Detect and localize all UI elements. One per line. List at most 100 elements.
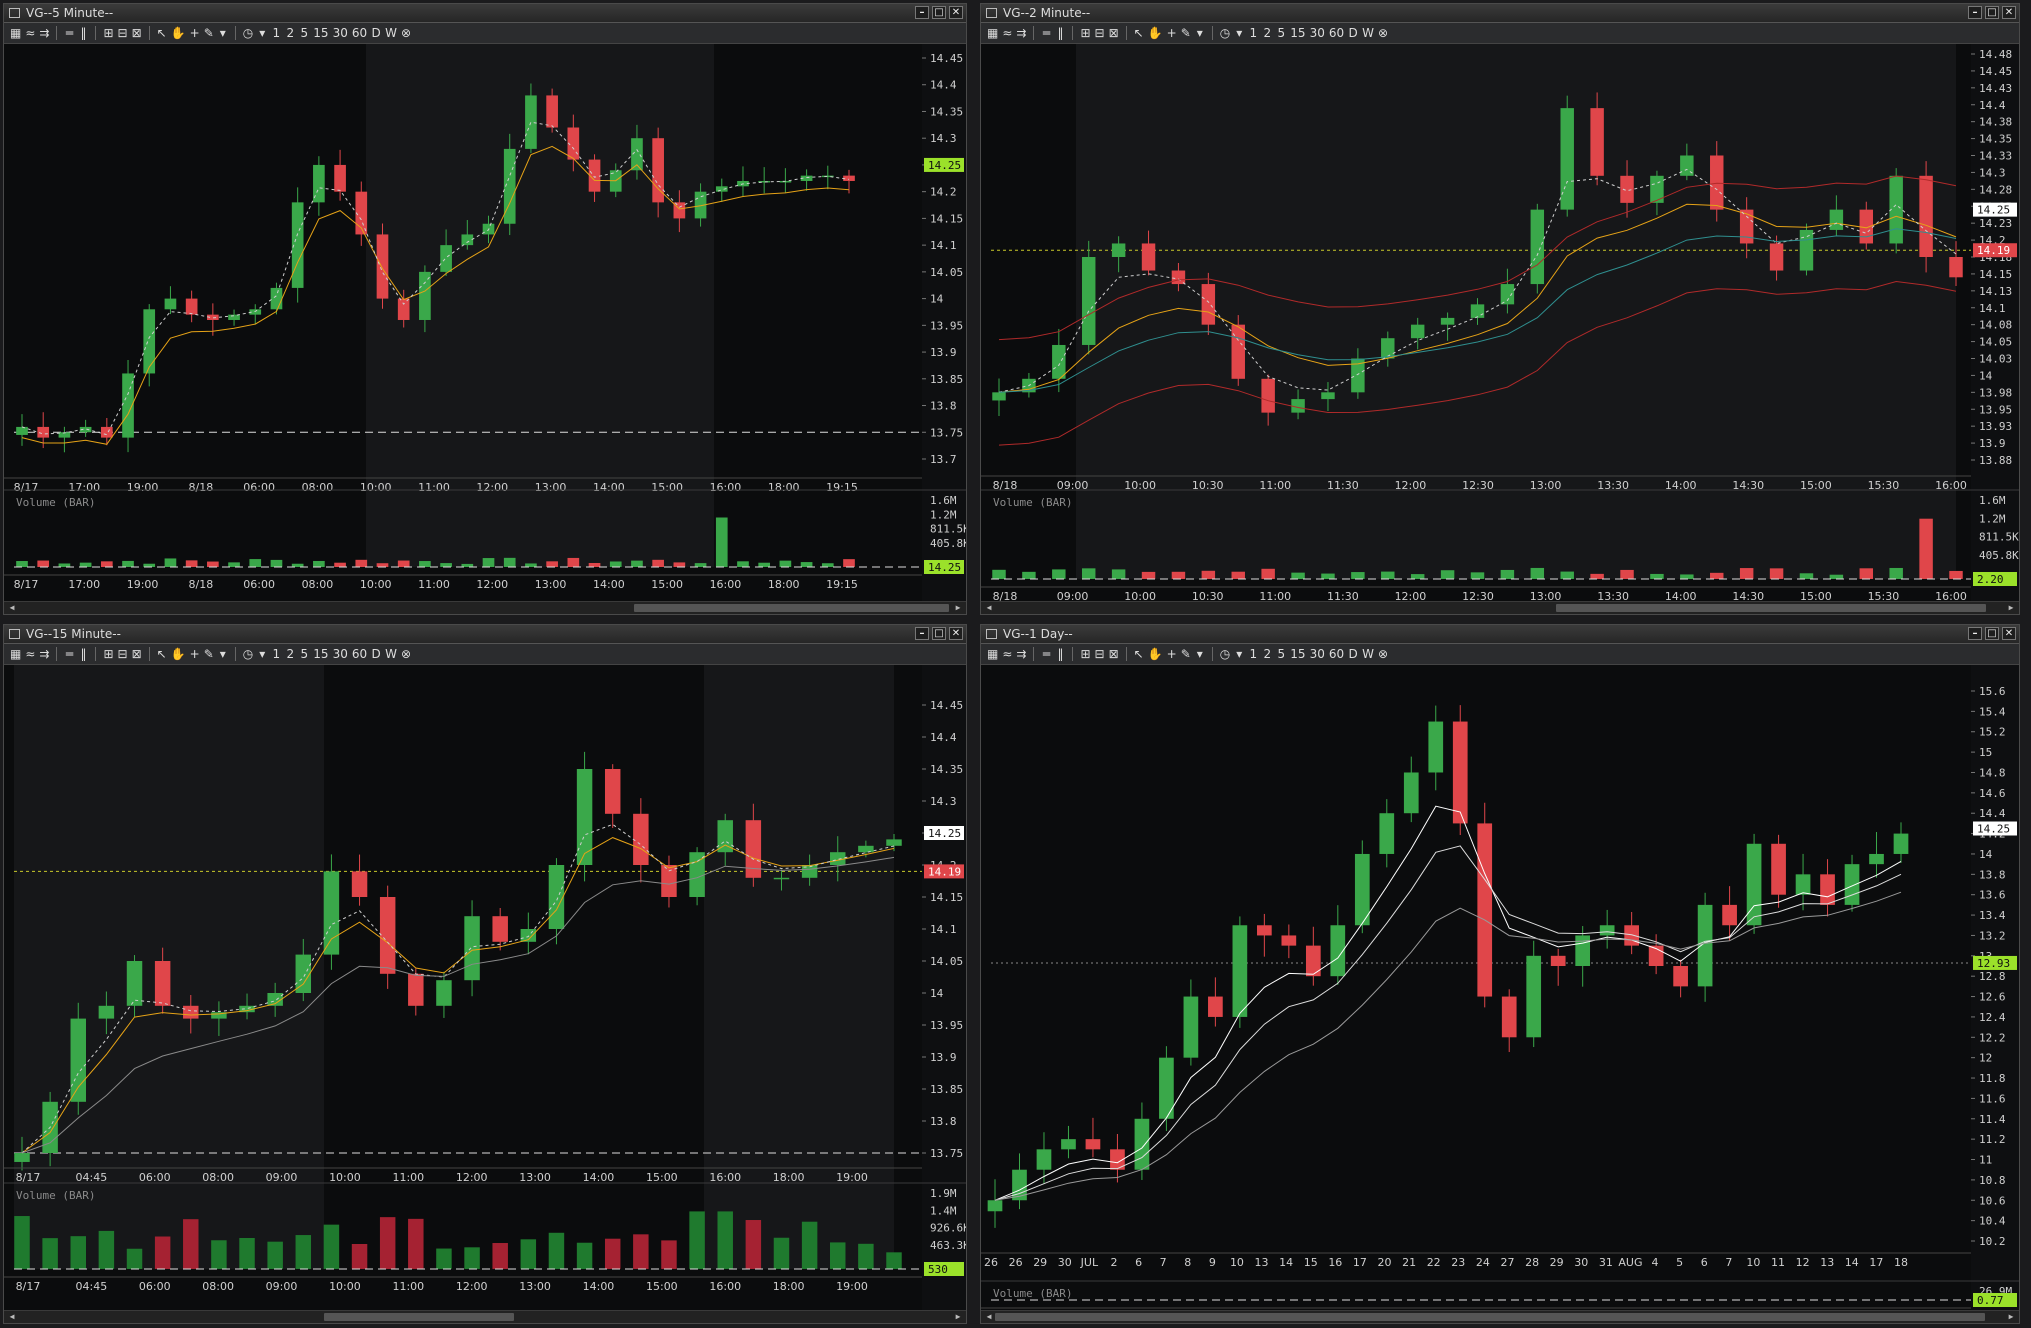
bar-style-icon[interactable]: ≈	[1002, 647, 1012, 661]
minimize-button[interactable]: –	[915, 6, 929, 19]
timeframe-d[interactable]: D	[1348, 647, 1358, 661]
scroll-right-arrow[interactable]: ▶	[952, 1311, 964, 1323]
layout-icon[interactable]: ⊟	[118, 647, 128, 661]
vline-icon[interactable]: ‖	[78, 647, 88, 661]
maximize-button[interactable]: □	[1985, 627, 1999, 640]
clock-icon[interactable]: ◷	[1220, 647, 1230, 661]
timeframe-w[interactable]: W	[1362, 647, 1374, 661]
clock-icon[interactable]: ◷	[243, 647, 253, 661]
clear-icon[interactable]: ⊗	[1378, 647, 1388, 661]
price-chart[interactable]: 14.48 14.45 14.43 14.4 14.38 14.35 14.33 14.3 14…	[981, 44, 2020, 615]
chart-type-icon[interactable]: ▦	[987, 647, 998, 661]
window-titlebar[interactable]: VG--1 Day-- – □ ✕	[981, 625, 2019, 644]
layout-icon[interactable]: ⊟	[1095, 26, 1105, 40]
hline-icon[interactable]: ═	[64, 647, 74, 661]
timeframe-5[interactable]: 5	[1276, 26, 1286, 40]
maximize-button[interactable]: □	[932, 627, 946, 640]
dropdown-icon[interactable]: ▾	[1234, 26, 1244, 40]
dropdown-icon[interactable]: ▾	[218, 26, 228, 40]
draw-icon[interactable]: ✎	[204, 26, 214, 40]
scroll-left-arrow[interactable]: ◀	[983, 602, 995, 614]
timeframe-15[interactable]: 15	[313, 647, 328, 661]
close-button[interactable]: ✕	[949, 6, 963, 19]
maximize-button[interactable]: □	[1985, 6, 1999, 19]
hand-icon[interactable]: ✋	[171, 647, 186, 661]
timeframe-30[interactable]: 30	[1310, 26, 1325, 40]
scroll-left-arrow[interactable]: ◀	[6, 602, 18, 614]
timeframe-60[interactable]: 60	[1329, 26, 1344, 40]
timeframe-d[interactable]: D	[1348, 26, 1358, 40]
crosshair-icon[interactable]: +	[190, 26, 200, 40]
cursor-icon[interactable]: ↖	[1134, 26, 1144, 40]
clock-icon[interactable]: ◷	[1220, 26, 1230, 40]
hand-icon[interactable]: ✋	[171, 26, 186, 40]
scroll-thumb[interactable]	[324, 1313, 514, 1321]
horizontal-scrollbar[interactable]: ◀ ▶	[981, 601, 2019, 614]
window-titlebar[interactable]: VG--15 Minute-- – □ ✕	[4, 625, 966, 644]
chart-window-1day[interactable]: VG--1 Day-- – □ ✕ ▦ ≈ ⇉ ═ ‖ ⊞ ⊟ ⊠ ↖ ✋ + ✎ ▾ ◷ ▾ 1 2 5 15 30…	[980, 624, 2020, 1324]
chart-window-2min[interactable]: VG--2 Minute-- – □ ✕ ▦ ≈ ⇉ ═ ‖ ⊞ ⊟ ⊠ ↖ ✋ + ✎ ▾ ◷ ▾ 1 2 5 1…	[980, 3, 2020, 615]
price-chart[interactable]: 14.45 14.4 14.35 14.3 14.25 14.2 14.15 14.1 14.0…	[4, 44, 967, 615]
crosshair-icon[interactable]: +	[1167, 26, 1177, 40]
timeframe-60[interactable]: 60	[352, 647, 367, 661]
chart-window-5min[interactable]: VG--5 Minute-- – □ ✕ ▦ ≈ ⇉ ═ ‖ ⊞ ⊟ ⊠ ↖ ✋ + ✎ ▾ ◷ ▾ 1 2 5 1…	[3, 3, 967, 615]
bar-style-icon[interactable]: ≈	[25, 647, 35, 661]
dropdown-icon[interactable]: ▾	[257, 647, 267, 661]
cursor-icon[interactable]: ↖	[157, 26, 167, 40]
chart-type-icon[interactable]: ▦	[10, 647, 21, 661]
timeframe-w[interactable]: W	[1362, 26, 1374, 40]
grid-icon[interactable]: ⊞	[1080, 26, 1090, 40]
timeframe-2[interactable]: 2	[1262, 26, 1272, 40]
hand-icon[interactable]: ✋	[1148, 647, 1163, 661]
vline-icon[interactable]: ‖	[1055, 26, 1065, 40]
dropdown-icon[interactable]: ▾	[1195, 26, 1205, 40]
scroll-left-arrow[interactable]: ◀	[6, 1311, 18, 1323]
timeframe-d[interactable]: D	[371, 647, 381, 661]
indicator-icon[interactable]: ⊠	[1109, 647, 1119, 661]
draw-icon[interactable]: ✎	[204, 647, 214, 661]
layout-icon[interactable]: ⊟	[1095, 647, 1105, 661]
timeframe-15[interactable]: 15	[1290, 26, 1305, 40]
bar-style-icon[interactable]: ≈	[25, 26, 35, 40]
close-button[interactable]: ✕	[2002, 627, 2016, 640]
grid-icon[interactable]: ⊞	[103, 26, 113, 40]
vline-icon[interactable]: ‖	[78, 26, 88, 40]
layout-icon[interactable]: ⊟	[118, 26, 128, 40]
timeframe-15[interactable]: 15	[313, 26, 328, 40]
indicator-icon[interactable]: ⊠	[132, 647, 142, 661]
hline-icon[interactable]: ═	[64, 26, 74, 40]
cursor-icon[interactable]: ↖	[1134, 647, 1144, 661]
window-titlebar[interactable]: VG--5 Minute-- – □ ✕	[4, 4, 966, 23]
scroll-thumb[interactable]	[634, 604, 949, 612]
indicator-icon[interactable]: ⊠	[132, 26, 142, 40]
minimize-button[interactable]: –	[1968, 6, 1982, 19]
timeframe-w[interactable]: W	[385, 26, 397, 40]
chart-type-icon[interactable]: ▦	[10, 26, 21, 40]
cursor-icon[interactable]: ↖	[157, 647, 167, 661]
hline-icon[interactable]: ═	[1041, 647, 1051, 661]
horizontal-scrollbar[interactable]: ◀ ▶	[981, 1310, 2019, 1323]
scroll-thumb[interactable]	[1556, 604, 1986, 612]
crosshair-icon[interactable]: +	[190, 647, 200, 661]
timeframe-15[interactable]: 15	[1290, 647, 1305, 661]
timeframe-d[interactable]: D	[371, 26, 381, 40]
scroll-right-arrow[interactable]: ▶	[2005, 1311, 2017, 1323]
timeframe-60[interactable]: 60	[1329, 647, 1344, 661]
timeframe-w[interactable]: W	[385, 647, 397, 661]
scroll-left-arrow[interactable]: ◀	[983, 1311, 995, 1323]
crosshair-icon[interactable]: +	[1167, 647, 1177, 661]
close-button[interactable]: ✕	[2002, 6, 2016, 19]
draw-icon[interactable]: ✎	[1181, 647, 1191, 661]
horizontal-scrollbar[interactable]: ◀ ▶	[4, 601, 966, 614]
timeframe-1[interactable]: 1	[271, 647, 281, 661]
compare-icon[interactable]: ⇉	[39, 647, 49, 661]
compare-icon[interactable]: ⇉	[39, 26, 49, 40]
grid-icon[interactable]: ⊞	[103, 647, 113, 661]
clear-icon[interactable]: ⊗	[401, 647, 411, 661]
timeframe-1[interactable]: 1	[1248, 647, 1258, 661]
timeframe-30[interactable]: 30	[333, 26, 348, 40]
timeframe-5[interactable]: 5	[299, 647, 309, 661]
close-button[interactable]: ✕	[949, 627, 963, 640]
timeframe-1[interactable]: 1	[271, 26, 281, 40]
vline-icon[interactable]: ‖	[1055, 647, 1065, 661]
